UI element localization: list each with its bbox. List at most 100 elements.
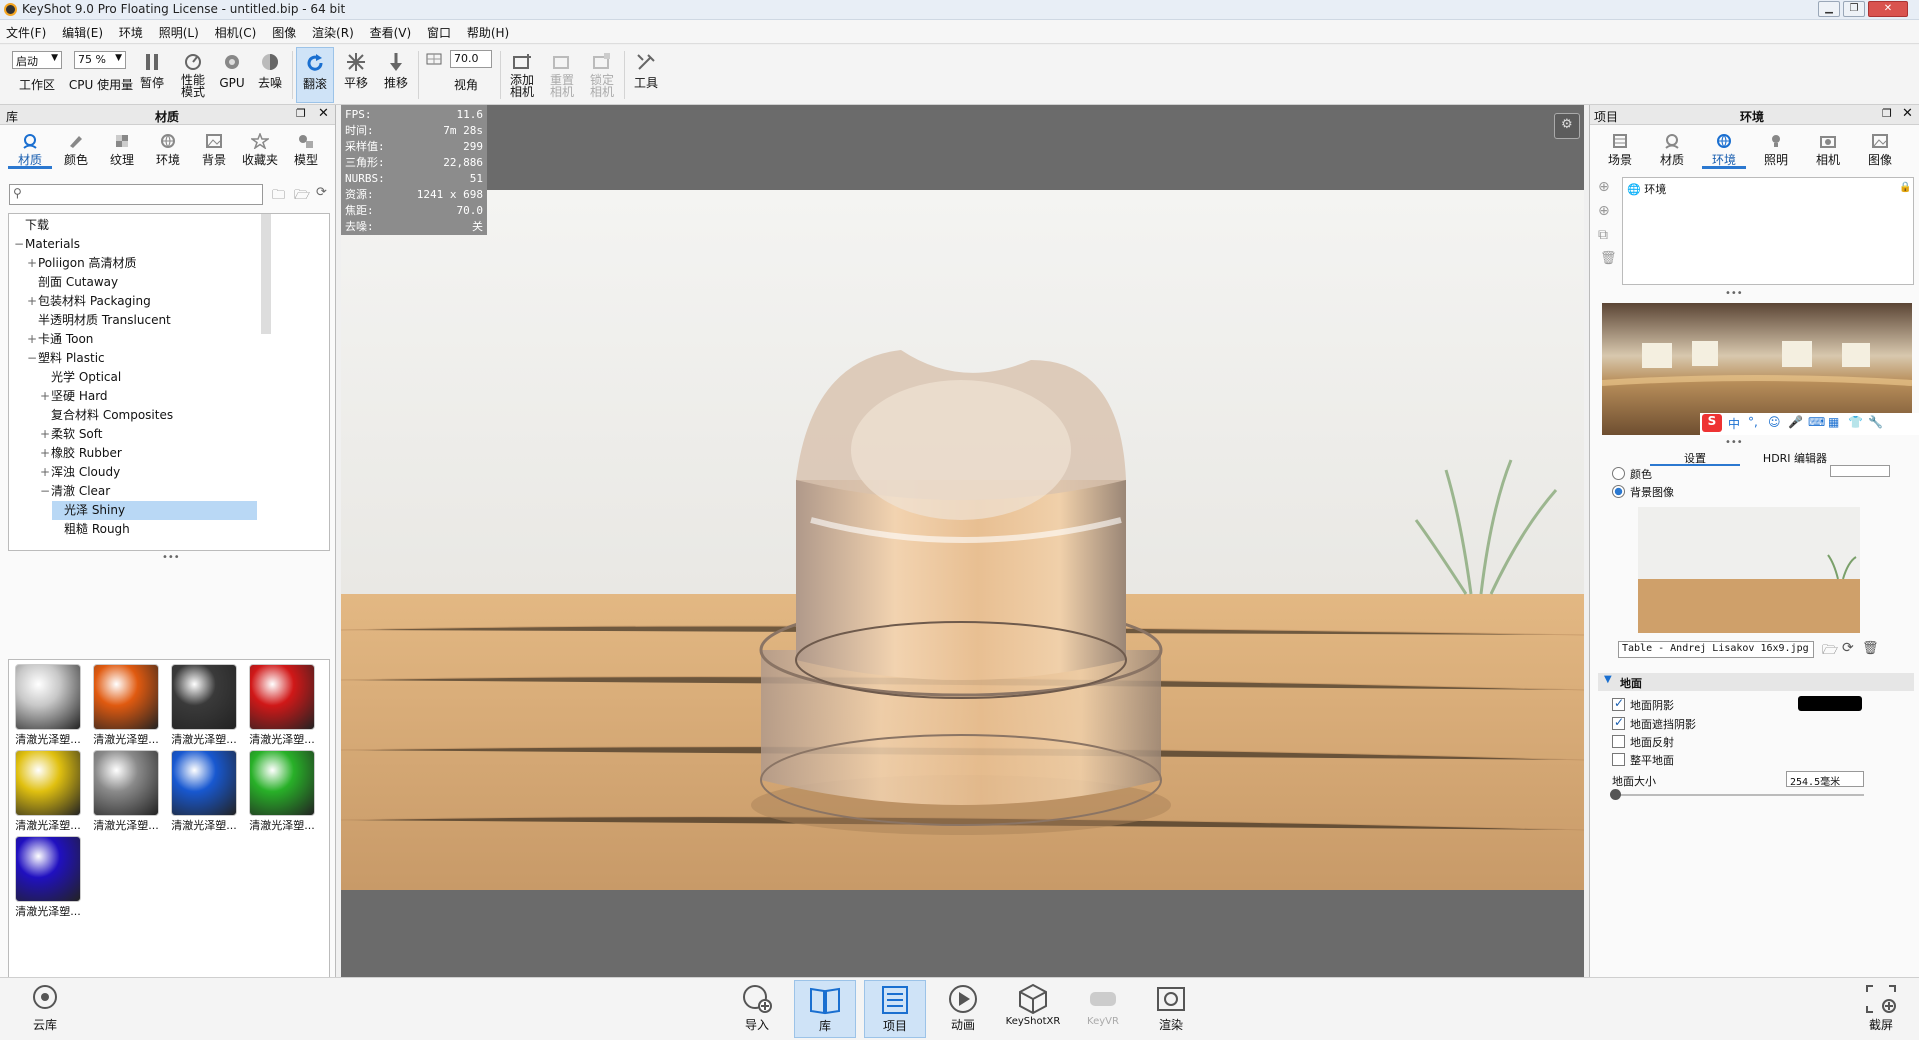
fov-input[interactable]: 70.0 (450, 50, 492, 68)
radio-background-image[interactable] (1612, 485, 1625, 498)
screenshot-button[interactable]: 截屏 (1850, 980, 1912, 1038)
tab-camera[interactable]: 相机 (1806, 127, 1850, 169)
close-project-icon[interactable]: ✕ (1902, 106, 1913, 121)
menu-camera[interactable]: 相机(C) (209, 20, 263, 41)
tree-expander-icon[interactable]: − (39, 482, 51, 501)
tree-expander-icon[interactable]: − (26, 349, 38, 368)
maximize-button[interactable]: ❐ (1843, 1, 1865, 17)
lock-camera-button[interactable]: 锁定 相机 (584, 47, 620, 103)
close-panel-icon[interactable]: ✕ (318, 106, 329, 121)
pan-button[interactable]: 平移 (338, 47, 374, 103)
ground-size-input[interactable]: 254.5毫米 (1786, 771, 1864, 788)
material-thumbnail[interactable]: 清澈光泽塑... (11, 748, 85, 832)
tab-image[interactable]: 图像 (1858, 127, 1902, 169)
material-thumbnail[interactable]: 清澈光泽塑... (11, 834, 85, 918)
duplicate-environment-icon[interactable]: ⊕ (1598, 203, 1610, 219)
tree-expander-icon[interactable]: + (26, 254, 38, 273)
keyvr-button[interactable]: KeyVR (1072, 980, 1134, 1038)
performance-mode-button[interactable]: 性能 模式 (172, 47, 214, 103)
background-image-preview[interactable] (1638, 507, 1860, 633)
tree-item[interactable]: +包装材料 Packaging (26, 292, 257, 311)
tab-env-settings[interactable]: 设置 (1650, 450, 1740, 466)
flatten-ground-checkbox[interactable] (1612, 753, 1625, 766)
project-button[interactable]: 项目 (864, 980, 926, 1038)
tab-favorites[interactable]: 收藏夹 (238, 127, 282, 169)
menu-environment[interactable]: 环境 (113, 20, 149, 41)
render-button[interactable]: 渲染 (1140, 980, 1202, 1038)
tree-item[interactable]: 下载 (13, 216, 257, 235)
tab-models[interactable]: 模型 (284, 127, 328, 169)
tab-environments[interactable]: 环境 (146, 127, 190, 169)
folder-add-icon[interactable]: 🗀 (272, 186, 285, 208)
splitter-handle-right-2[interactable]: ••• (1725, 437, 1743, 448)
menu-edit[interactable]: 编辑(E) (56, 20, 109, 41)
ground-size-slider[interactable] (1612, 794, 1864, 796)
tree-expander-icon[interactable]: + (39, 463, 51, 482)
tree-item[interactable]: 半透明材质 Translucent (26, 311, 257, 330)
tree-expander-icon[interactable]: − (13, 235, 25, 254)
menu-file[interactable]: 文件(F) (0, 20, 52, 41)
ime-keyboard-icon[interactable]: ⌨ (1808, 415, 1825, 429)
ime-settings-icon[interactable]: 🔧 (1868, 415, 1883, 429)
tab-lighting[interactable]: 照明 (1754, 127, 1798, 169)
ime-skin-icon[interactable]: 👕 (1848, 415, 1863, 429)
cloud-library-button[interactable]: 云库 (14, 980, 76, 1038)
tree-item[interactable]: 光泽 Shiny (52, 501, 257, 520)
menu-render[interactable]: 渲染(R) (306, 20, 360, 41)
splitter-handle-right[interactable]: ••• (1725, 288, 1743, 299)
tree-expander-icon[interactable]: + (26, 330, 38, 349)
add-camera-button[interactable]: 添加 相机 (504, 47, 540, 103)
folder-icon[interactable]: 🗁 (294, 186, 310, 208)
import-button[interactable]: 导入 (726, 980, 788, 1038)
tree-item[interactable]: 光学 Optical (39, 368, 257, 387)
material-thumbnail[interactable]: 清澈光泽塑... (167, 748, 241, 832)
tab-backgrounds[interactable]: 背景 (192, 127, 236, 169)
keyshotxr-button[interactable]: KeyShotXR (1000, 980, 1066, 1038)
add-environment-icon[interactable]: ⊕ (1598, 179, 1610, 195)
radio-color[interactable] (1612, 467, 1625, 480)
tab-materials[interactable]: 材质 (8, 127, 52, 169)
workspace-select[interactable]: 启动 ▼ (12, 51, 62, 69)
dolly-button[interactable]: 推移 (378, 47, 414, 103)
tree-scrollbar[interactable] (261, 214, 271, 334)
tree-item[interactable]: −塑料 Plastic (26, 349, 257, 368)
splitter-handle[interactable]: ••• (162, 552, 180, 563)
tree-item[interactable]: +卡通 Toon (26, 330, 257, 349)
gpu-button[interactable]: GPU (216, 47, 248, 103)
tree-expander-icon[interactable]: + (26, 292, 38, 311)
menu-help[interactable]: 帮助(H) (461, 20, 515, 41)
menu-lighting[interactable]: 照明(L) (153, 20, 205, 41)
tree-item[interactable]: −清澈 Clear (39, 482, 257, 501)
ime-chinese-mode[interactable]: 中 (1728, 415, 1740, 432)
ground-shadow-checkbox[interactable] (1612, 696, 1625, 711)
tree-item[interactable]: 剖面 Cutaway (26, 273, 257, 292)
copy-environment-icon[interactable]: ⧉ (1598, 227, 1608, 243)
material-thumbnail[interactable]: 清澈光泽塑... (245, 662, 319, 746)
material-thumbnail[interactable]: 清澈光泽塑... (167, 662, 241, 746)
environment-list-item[interactable]: 🌐 环境 (1627, 182, 1666, 198)
tree-expander-icon[interactable]: + (39, 425, 51, 444)
float-project-icon[interactable]: ❐ (1882, 107, 1892, 120)
menu-view[interactable]: 查看(V) (364, 20, 418, 41)
ime-emoji-icon[interactable]: ☺ (1768, 415, 1781, 429)
lock-icon[interactable]: 🔒 (1899, 182, 1911, 193)
ground-size-handle[interactable] (1610, 789, 1621, 800)
background-file-field[interactable]: Table - Andrej Lisakov 16x9.jpg (1618, 641, 1814, 658)
tree-item[interactable]: +浑浊 Cloudy (39, 463, 257, 482)
tree-item[interactable]: +橡胶 Rubber (39, 444, 257, 463)
reset-camera-button[interactable]: 重置 相机 (544, 47, 580, 103)
ime-punct-icon[interactable]: °, (1748, 415, 1758, 429)
menu-image[interactable]: 图像 (266, 20, 302, 41)
sogou-icon[interactable]: S (1702, 414, 1722, 432)
tab-environment[interactable]: 环境 (1702, 127, 1746, 169)
shadow-color-swatch[interactable] (1798, 696, 1862, 711)
library-button[interactable]: 库 (794, 980, 856, 1038)
tab-textures[interactable]: 纹理 (100, 127, 144, 169)
render-viewport[interactable]: FPS: 11.6 时间: 7m 28s 采样值: 299 三角形: 22,886 NURBS:… (341, 105, 1584, 977)
ground-section-header[interactable]: ▼ 地面 (1598, 673, 1914, 691)
tree-item[interactable]: 粗糙 Rough (52, 520, 257, 539)
ime-voice-icon[interactable]: 🎤 (1788, 415, 1803, 429)
tree-expander-icon[interactable]: + (39, 444, 51, 463)
denoise-button[interactable]: 去噪 (252, 47, 288, 103)
pause-button[interactable]: 暂停 (136, 47, 168, 103)
